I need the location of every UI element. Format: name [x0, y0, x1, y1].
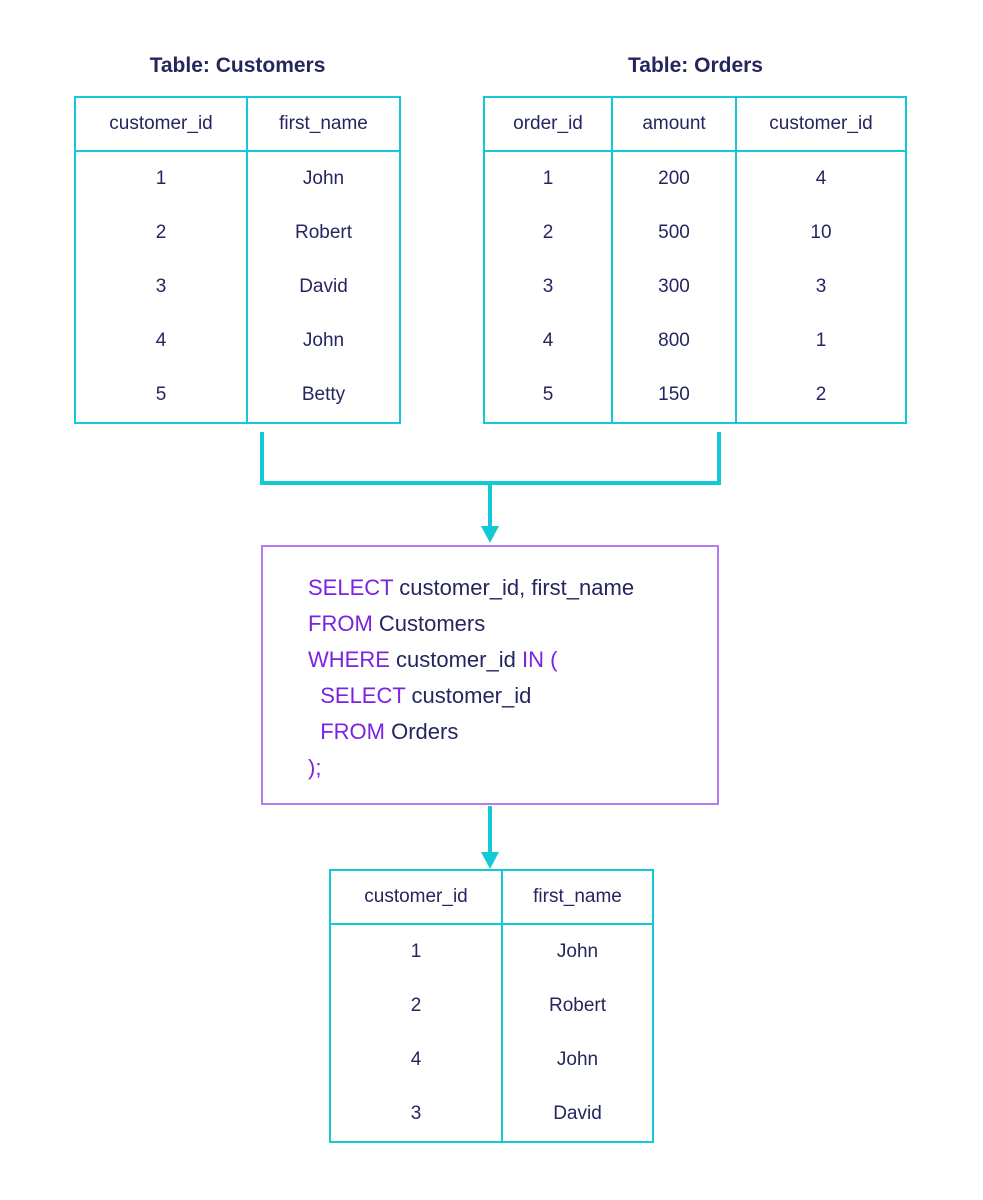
table-row: 1 John [329, 924, 654, 979]
result-table: customer_id first_name 1 John 2 Robert 4 John… [329, 869, 654, 1143]
sql-line: FROM Customers [308, 611, 485, 637]
join-connector-line [260, 432, 721, 485]
sql-text: customer_id [405, 683, 532, 708]
sql-line: ); [308, 755, 321, 781]
column-header: first_name [501, 870, 654, 925]
sql-keyword: IN ( [521, 647, 558, 672]
sql-keyword: SELECT [308, 683, 406, 708]
table-cell: 3 [329, 1087, 503, 1142]
table-cell: John [501, 924, 654, 979]
sql-keyword: FROM [308, 611, 373, 636]
sql-line: WHERE customer_id IN ( [308, 647, 557, 673]
table-cell: 1 [329, 924, 503, 979]
sql-text: customer_id [389, 647, 522, 672]
sql-text: Orders [385, 719, 459, 744]
table-cell: 2 [329, 979, 503, 1033]
arrow-head-icon [481, 852, 499, 869]
table-row: 3 David [329, 1087, 654, 1142]
table-row: 4 John [329, 1033, 654, 1087]
table-row: 2 Robert [329, 979, 654, 1033]
sql-text: Customers [372, 611, 486, 636]
sql-keyword: ); [308, 755, 322, 780]
arrow-head-icon [481, 526, 499, 543]
table-cell: David [501, 1087, 654, 1142]
sql-keyword: FROM [308, 719, 385, 744]
sql-line: SELECT customer_id, first_name [308, 575, 634, 601]
sql-keyword: SELECT [308, 575, 394, 600]
table-cell: Robert [501, 979, 654, 1033]
table-cell: 4 [329, 1033, 503, 1087]
sql-query-box: SELECT customer_id, first_name FROM Custo… [261, 545, 719, 805]
sql-line: SELECT customer_id [308, 683, 531, 709]
sql-text: customer_id, first_name [393, 575, 635, 600]
column-header: customer_id [329, 870, 503, 925]
sql-keyword: WHERE [308, 647, 390, 672]
table-cell: John [501, 1033, 654, 1087]
sql-line: FROM Orders [308, 719, 458, 745]
